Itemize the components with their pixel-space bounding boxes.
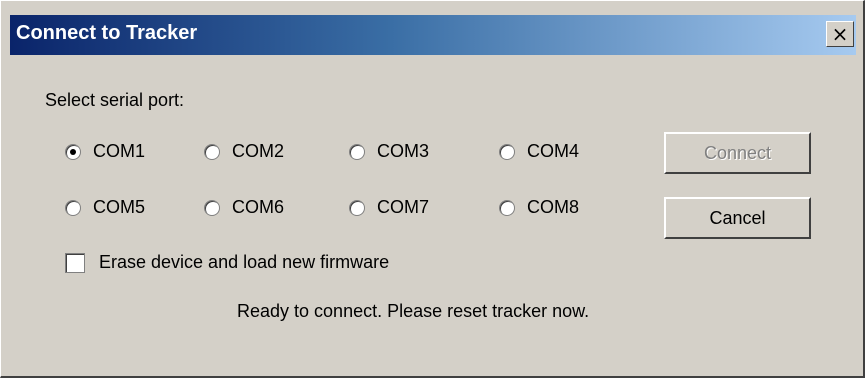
- title-bar[interactable]: Connect to Tracker ×: [10, 15, 856, 55]
- radio-com3[interactable]: COM3: [349, 141, 429, 162]
- radio-com2[interactable]: COM2: [204, 141, 284, 162]
- radio-com8[interactable]: COM8: [499, 197, 579, 218]
- checkbox-icon: [65, 252, 85, 273]
- radio-com4[interactable]: COM4: [499, 141, 579, 162]
- checkbox-label: Erase device and load new firmware: [99, 252, 390, 272]
- radio-label: COM5: [93, 197, 146, 217]
- radio-selected-dot: [70, 148, 76, 155]
- radio-label: COM3: [377, 141, 430, 161]
- radio-label: COM7: [377, 197, 430, 217]
- serial-port-label: Select serial port:: [45, 90, 185, 110]
- radio-button-icon: [204, 199, 220, 216]
- radio-com6[interactable]: COM6: [204, 197, 284, 218]
- radio-label: COM8: [527, 197, 580, 217]
- radio-com5[interactable]: COM5: [65, 197, 145, 218]
- radio-label: COM6: [232, 197, 285, 217]
- radio-button-icon: [65, 143, 81, 160]
- radio-button-icon: [349, 143, 365, 160]
- radio-button-icon: [65, 199, 81, 216]
- erase-firmware-checkbox[interactable]: Erase device and load new firmware: [65, 252, 389, 273]
- radio-com1[interactable]: COM1: [65, 141, 145, 162]
- radio-button-icon: [204, 143, 220, 160]
- radio-button-icon: [349, 199, 365, 216]
- radio-com7[interactable]: COM7: [349, 197, 429, 218]
- radio-label: COM1: [93, 141, 146, 161]
- radio-button-icon: [499, 143, 515, 160]
- radio-label: COM2: [232, 141, 285, 161]
- window-title: Connect to Tracker: [16, 22, 198, 44]
- status-text: Ready to connect. Please reset tracker n…: [237, 301, 590, 321]
- close-button[interactable]: ×: [826, 21, 854, 47]
- close-icon: ×: [831, 22, 849, 46]
- radio-button-icon: [499, 199, 515, 216]
- radio-label: COM4: [527, 141, 580, 161]
- cancel-button[interactable]: Cancel: [664, 197, 811, 239]
- dialog-window: Connect to Tracker × Select serial port:…: [0, 0, 865, 378]
- connect-button[interactable]: Connect: [664, 132, 811, 174]
